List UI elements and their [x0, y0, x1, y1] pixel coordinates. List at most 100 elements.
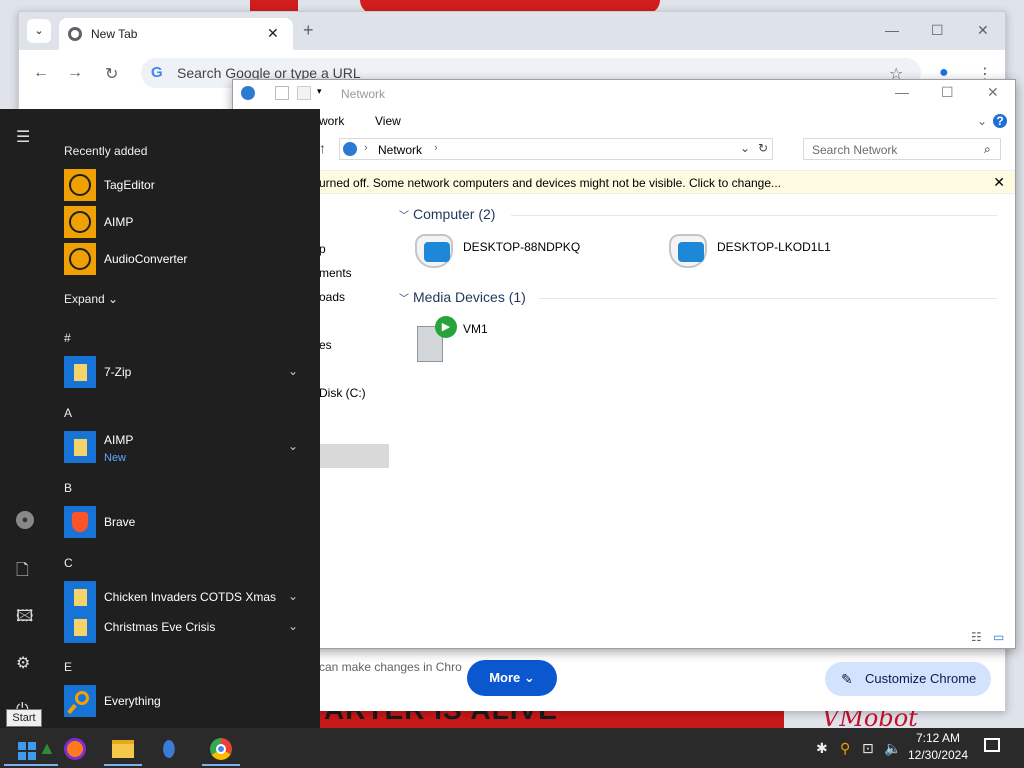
- section-letter[interactable]: B: [64, 481, 72, 495]
- help-icon[interactable]: ?: [993, 114, 1007, 128]
- section-letter[interactable]: C: [64, 556, 73, 570]
- nav-item[interactable]: ments: [319, 266, 352, 280]
- snippet-text: can make changes in Chro: [319, 660, 462, 674]
- more-button[interactable]: More ⌄: [467, 660, 557, 696]
- start-app-aimp-recent[interactable]: AIMP: [64, 206, 312, 240]
- customize-chrome-button[interactable]: ✎ Customize Chrome: [825, 662, 991, 696]
- app-taskbar-button[interactable]: ⬮: [154, 732, 192, 766]
- water-drop-icon: ⬮: [162, 736, 176, 761]
- tab-network[interactable]: work: [319, 114, 344, 128]
- network-discovery-info-bar[interactable]: urned off. Some network computers and de…: [233, 170, 1015, 194]
- details-view-icon[interactable]: ☷: [971, 630, 982, 644]
- close-icon[interactable]: ✕: [993, 174, 1005, 191]
- file-explorer-taskbar-button[interactable]: [104, 732, 142, 766]
- up-arrow-icon[interactable]: ↑: [319, 140, 326, 156]
- nav-item[interactable]: p: [319, 242, 326, 256]
- chrome-taskbar-button[interactable]: [202, 732, 240, 766]
- computer-icon[interactable]: [667, 232, 713, 276]
- maximize-icon[interactable]: ☐: [941, 84, 954, 101]
- maximize-icon[interactable]: ☐: [931, 22, 944, 39]
- pencil-icon: ✎: [841, 671, 853, 687]
- notification-center-icon[interactable]: [984, 738, 1000, 752]
- nav-item[interactable]: es: [319, 338, 332, 352]
- properties-icon[interactable]: [275, 86, 289, 100]
- reload-icon[interactable]: ↻: [105, 64, 118, 84]
- tab-new-tab[interactable]: New Tab ✕: [59, 18, 293, 50]
- media-device-name[interactable]: VM1: [463, 322, 488, 336]
- firefox-taskbar-button[interactable]: [56, 732, 94, 766]
- audioconverter-icon: [64, 243, 96, 275]
- expand-link[interactable]: Expand ⌄: [64, 292, 118, 306]
- chevron-down-icon[interactable]: ⌄: [288, 364, 298, 378]
- clock-time: 7:12 AM: [915, 731, 961, 745]
- more-button-label: More: [489, 670, 521, 685]
- chevron-down-icon[interactable]: ⌄: [288, 619, 298, 633]
- volume-muted-icon[interactable]: 🔈: [884, 740, 901, 757]
- new-folder-icon[interactable]: [297, 86, 311, 100]
- network-tray-icon[interactable]: ⊡: [862, 740, 874, 757]
- large-icons-view-icon[interactable]: ▭: [993, 630, 1004, 644]
- close-window-icon[interactable]: ✕: [987, 84, 999, 101]
- chevron-down-icon: ﹀: [399, 211, 409, 222]
- close-window-icon[interactable]: ✕: [977, 22, 989, 39]
- refresh-icon[interactable]: ↻: [758, 141, 768, 155]
- play-icon: ▶: [435, 316, 457, 338]
- network-globe-icon: [343, 142, 357, 156]
- everything-tray-icon[interactable]: ⚲: [840, 740, 850, 757]
- forward-icon[interactable]: →: [67, 64, 83, 82]
- media-device-icon[interactable]: ▶: [417, 316, 457, 364]
- recently-added-header: Recently added: [64, 144, 148, 158]
- pictures-icon[interactable]: 🖾: [16, 605, 33, 632]
- app-name: AIMP: [104, 433, 134, 447]
- address-dropdown-icon[interactable]: ⌄: [740, 141, 750, 155]
- tray-app-icon[interactable]: ✱: [816, 740, 828, 757]
- aimp-icon: [64, 206, 96, 238]
- group-media-devices[interactable]: ﹀ Media Devices (1): [399, 289, 997, 305]
- chevron-down-icon[interactable]: ⌄: [288, 589, 298, 603]
- section-letter[interactable]: A: [64, 406, 72, 420]
- back-icon[interactable]: ←: [33, 64, 49, 82]
- start-app-audioconverter[interactable]: AudioConverter: [64, 243, 312, 277]
- app-name: 7-Zip: [104, 365, 132, 379]
- group-computer[interactable]: ﹀ Computer (2): [399, 206, 997, 222]
- computer-icon[interactable]: [413, 232, 459, 276]
- quick-access-dropdown-icon[interactable]: ▾: [317, 86, 331, 100]
- chevron-down-icon[interactable]: ⌄: [288, 439, 298, 453]
- app-name: AIMP: [104, 215, 134, 229]
- start-button[interactable]: ▲: [4, 732, 58, 766]
- computer-name[interactable]: DESKTOP-88NDPKQ: [463, 240, 580, 254]
- start-app-christmas-eve-crisis[interactable]: Christmas Eve Crisis ⌄: [64, 611, 312, 645]
- address-bar[interactable]: › Network › ⌄ ↻: [339, 138, 773, 160]
- tab-view[interactable]: View: [375, 114, 401, 128]
- clock[interactable]: 7:12 AM 12/30/2024: [900, 730, 976, 764]
- address-segment[interactable]: Network: [378, 143, 422, 157]
- start-app-chicken-invaders[interactable]: Chicken Invaders COTDS Xmas ⌄: [64, 581, 312, 615]
- windows-logo-icon: [18, 742, 36, 760]
- start-app-everything[interactable]: Everything: [64, 685, 312, 719]
- hamburger-icon[interactable]: ☰: [16, 127, 30, 147]
- nav-item-network-selected[interactable]: [319, 444, 389, 468]
- nav-item-local-disk[interactable]: Disk (C:): [319, 386, 366, 400]
- minimize-icon[interactable]: —: [895, 84, 909, 100]
- tab-search-button[interactable]: ⌄: [27, 19, 51, 43]
- new-tab-icon[interactable]: +: [303, 20, 314, 41]
- start-app-7zip[interactable]: 7-Zip ⌄: [64, 356, 312, 390]
- nav-item[interactable]: oads: [319, 290, 345, 304]
- settings-gear-icon[interactable]: ⚙: [16, 653, 30, 673]
- ribbon-expand-icon[interactable]: ⌄: [977, 114, 987, 128]
- computer-name[interactable]: DESKTOP-LKOD1L1: [717, 240, 831, 254]
- search-network-input[interactable]: Search Network ⌕: [803, 138, 1001, 160]
- start-app-aimp[interactable]: AIMP New ⌄: [64, 431, 312, 465]
- folder-icon: [64, 431, 96, 463]
- google-icon: G: [151, 64, 163, 81]
- minimize-icon[interactable]: —: [885, 22, 899, 38]
- start-app-brave[interactable]: Brave: [64, 506, 312, 540]
- app-name: TagEditor: [104, 178, 155, 192]
- documents-icon[interactable]: 🗋: [16, 559, 29, 586]
- search-icon: ⌕: [984, 142, 991, 156]
- section-letter[interactable]: E: [64, 660, 72, 674]
- user-icon[interactable]: ●: [16, 511, 34, 529]
- section-letter[interactable]: #: [64, 331, 71, 345]
- close-tab-icon[interactable]: ✕: [267, 25, 279, 42]
- start-app-tageditor[interactable]: TagEditor: [64, 169, 312, 203]
